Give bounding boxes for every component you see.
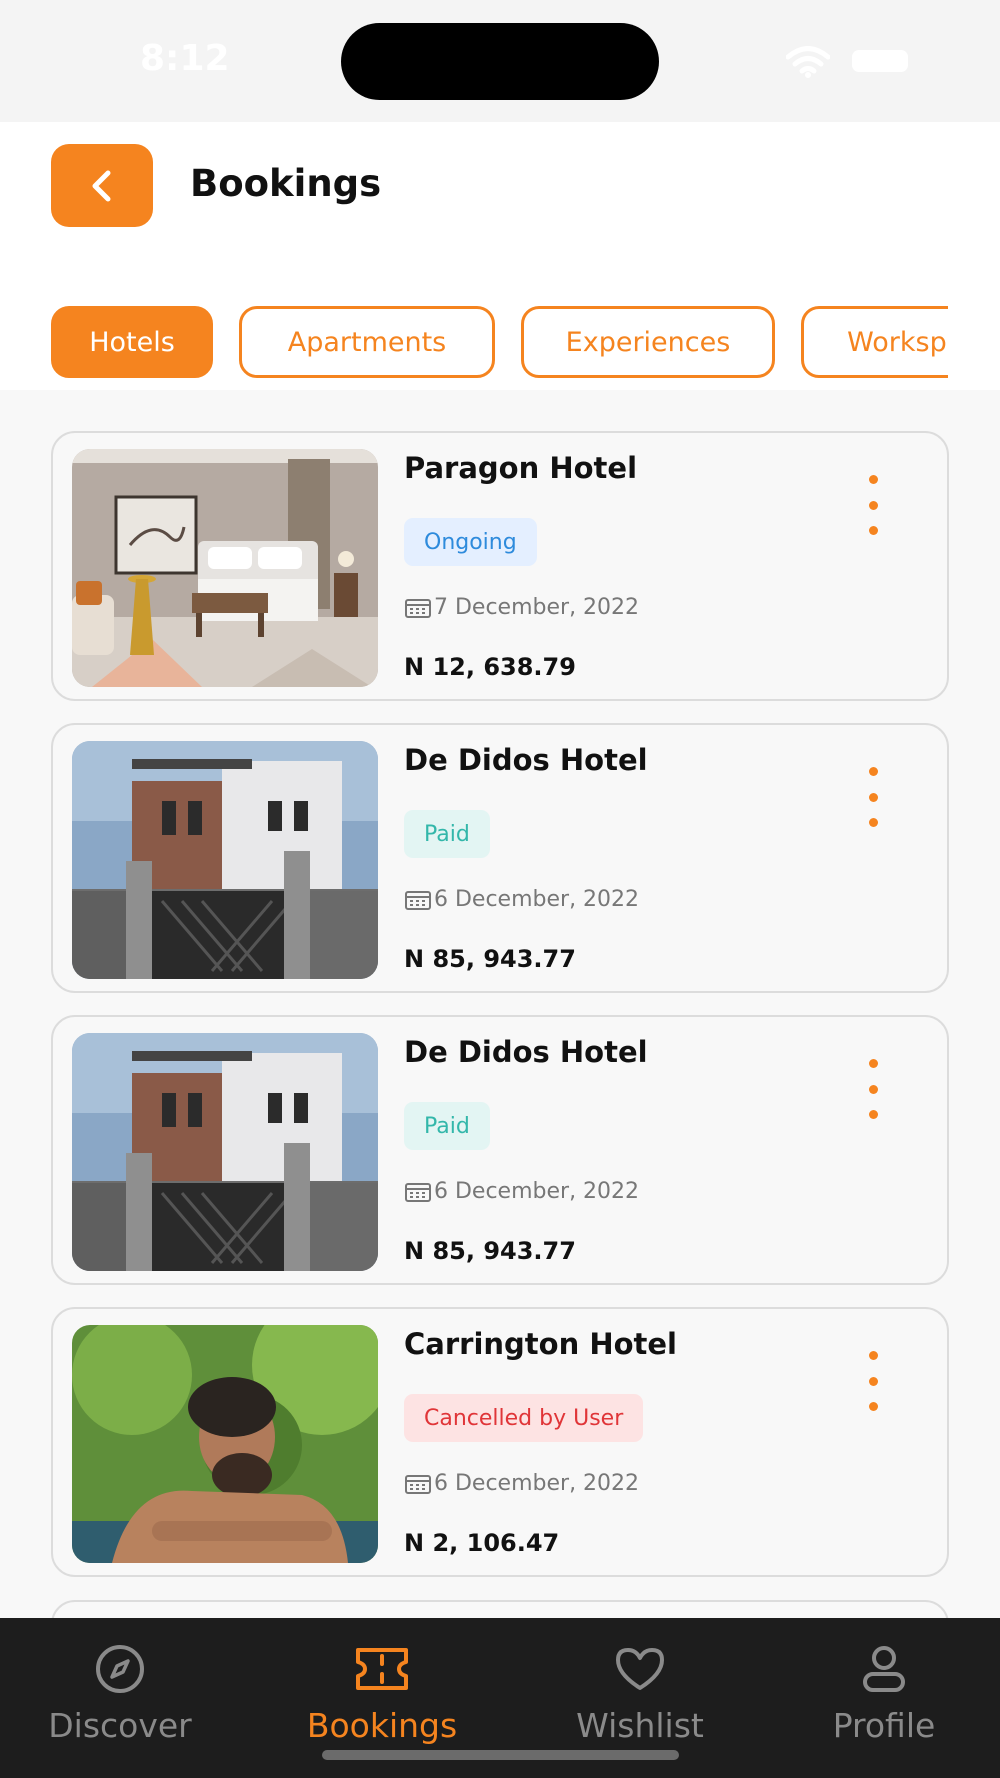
back-button[interactable] (51, 144, 153, 227)
calendar-icon (405, 1474, 431, 1494)
booking-date: 6 December, 2022 (404, 1471, 639, 1496)
hotel-image (72, 741, 378, 979)
header: Bookings Hotels Apartments Experiences W… (0, 122, 1000, 390)
booking-card[interactable]: De Didos Hotel Paid 6 December, 2022 N 8… (51, 1015, 949, 1285)
more-options-button[interactable] (858, 1059, 888, 1119)
user-icon (863, 1646, 905, 1692)
tab-experiences[interactable]: Experiences (521, 306, 775, 378)
more-options-button[interactable] (858, 475, 888, 535)
nav-wishlist[interactable]: Wishlist (530, 1642, 750, 1745)
nav-wishlist-label: Wishlist (576, 1706, 704, 1745)
hotel-name: De Didos Hotel (404, 1035, 648, 1069)
booking-price: N 2, 106.47 (404, 1529, 560, 1557)
hotel-image (72, 1033, 378, 1271)
calendar-icon (405, 598, 431, 618)
booking-card[interactable]: Paragon Hotel Ongoing 7 December, 2022 N… (51, 431, 949, 701)
bookings-list: Paragon Hotel Ongoing 7 December, 2022 N… (51, 431, 949, 1599)
wifi-icon (786, 46, 830, 78)
booking-date: 6 December, 2022 (404, 1179, 639, 1204)
status-time: 8:12 (140, 38, 230, 79)
hotel-name: De Didos Hotel (404, 743, 648, 777)
nav-bookings-label: Bookings (306, 1706, 458, 1745)
page-title: Bookings (190, 162, 382, 205)
booking-price: N 85, 943.77 (404, 945, 576, 973)
booking-date-text: 7 December, 2022 (434, 595, 640, 620)
tab-hotels[interactable]: Hotels (51, 306, 213, 378)
booking-date: 7 December, 2022 (404, 595, 639, 620)
booking-date-text: 6 December, 2022 (434, 1471, 640, 1496)
booking-card[interactable]: De Didos Hotel Paid 6 December, 2022 N 8… (51, 723, 949, 993)
status-badge: Paid (404, 810, 490, 858)
home-indicator (322, 1750, 679, 1760)
dynamic-island (341, 23, 659, 100)
calendar-icon (405, 1182, 431, 1202)
more-options-button[interactable] (858, 1351, 888, 1411)
booking-date-text: 6 December, 2022 (434, 1179, 640, 1204)
tab-workspaces[interactable]: Workspaces (801, 306, 948, 378)
booking-price: N 12, 638.79 (404, 653, 576, 681)
nav-profile[interactable]: Profile (774, 1642, 994, 1745)
hotel-name: Carrington Hotel (404, 1327, 677, 1361)
compass-icon (96, 1645, 144, 1693)
calendar-icon (405, 890, 431, 910)
status-badge: Cancelled by User (404, 1394, 644, 1442)
heart-icon (616, 1648, 664, 1690)
bottom-nav: Discover Bookings Wishlist Profile (0, 1618, 1000, 1778)
nav-bookings[interactable]: Bookings (272, 1642, 492, 1745)
booking-card[interactable]: Carrington Hotel Cancelled by User 6 Dec… (51, 1307, 949, 1577)
nav-discover[interactable]: Discover (10, 1642, 230, 1745)
hotel-image (72, 449, 378, 687)
booking-date: 6 December, 2022 (404, 887, 639, 912)
status-bar: 8:12 (0, 0, 1000, 122)
hotel-image (72, 1325, 378, 1563)
tab-apartments[interactable]: Apartments (239, 306, 495, 378)
booking-date-text: 6 December, 2022 (434, 887, 640, 912)
status-badge: Paid (404, 1102, 490, 1150)
nav-discover-label: Discover (48, 1706, 192, 1745)
ticket-icon (356, 1648, 408, 1690)
battery-icon (852, 50, 908, 72)
hotel-name: Paragon Hotel (404, 451, 638, 485)
booking-price: N 85, 943.77 (404, 1237, 576, 1265)
category-tabs: Hotels Apartments Experiences Workspaces (51, 306, 948, 382)
more-options-button[interactable] (858, 767, 888, 827)
chevron-left-icon (92, 170, 111, 201)
nav-profile-label: Profile (832, 1706, 936, 1745)
status-badge: Ongoing (404, 518, 537, 566)
